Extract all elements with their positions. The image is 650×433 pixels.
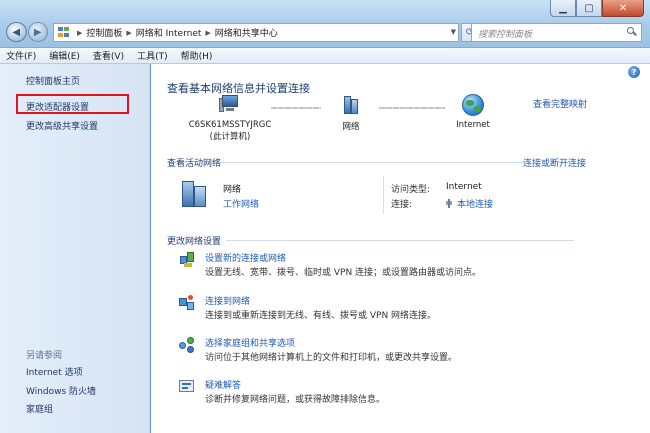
- sidebar-item-advanced-sharing[interactable]: 更改高级共享设置: [26, 119, 98, 132]
- search-icon[interactable]: [627, 27, 637, 37]
- back-arrow-icon: ◀: [12, 26, 21, 38]
- minimize-button[interactable]: ▁: [550, 0, 576, 17]
- connect-network-icon: [179, 295, 195, 311]
- setup-connection-icon: [179, 252, 195, 268]
- window-controls: ▁ ▢ ✕: [550, 0, 644, 18]
- back-button[interactable]: ◀: [6, 22, 27, 42]
- homegroup-sharing-link[interactable]: 选择家庭组和共享选项: [205, 336, 295, 349]
- menu-tools[interactable]: 工具(T): [137, 49, 168, 62]
- close-button[interactable]: ✕: [602, 0, 644, 17]
- setup-connection-link[interactable]: 设置新的连接或网络: [205, 251, 286, 264]
- active-network-icon: [180, 179, 210, 207]
- homegroup-sharing-desc: 访问位于其他网络计算机上的文件和打印机，或更改共享设置。: [205, 353, 458, 363]
- local-connection-link[interactable]: 本地连接: [446, 197, 493, 210]
- search-placeholder: 搜索控制面板: [478, 30, 533, 40]
- active-network-name: 网络: [223, 185, 242, 195]
- breadcrumb-separator-icon: ▶: [126, 28, 132, 37]
- breadcrumb-separator-icon: ▶: [205, 28, 211, 37]
- sidebar-item-control-panel-home[interactable]: 控制面板主页: [26, 74, 80, 87]
- active-networks-heading: 查看活动网络: [167, 159, 222, 169]
- left-nav-pane: 控制面板主页 更改适配器设置 更改高级共享设置 另请参阅 Internet 选项…: [0, 64, 150, 433]
- troubleshoot-link[interactable]: 疑难解答: [205, 378, 241, 391]
- connect-disconnect-link[interactable]: 连接或断开连接: [523, 156, 586, 169]
- globe-icon: [462, 94, 484, 116]
- map-connector: [271, 107, 321, 109]
- troubleshoot-desc: 诊断并修复网络问题，或获得故障排除信息。: [205, 395, 386, 405]
- see-full-map-link[interactable]: 查看完整映射: [533, 97, 587, 110]
- computer-sublabel: (此计算机): [209, 132, 251, 142]
- search-input[interactable]: 搜索控制面板: [471, 23, 642, 42]
- map-node-network[interactable]: 网络: [331, 94, 371, 132]
- access-type-value: Internet: [446, 182, 482, 192]
- breadcrumb-separator-icon: ▶: [77, 28, 83, 37]
- main-content: ? 查看基本网络信息并设置连接 查看完整映射 C6SK61MSSTYJRGC (…: [151, 64, 650, 433]
- connect-network-desc: 连接到或重新连接到无线、有线、拨号或 VPN 网络连接。: [205, 311, 437, 321]
- help-icon[interactable]: ?: [628, 66, 640, 78]
- forward-button[interactable]: ▶: [27, 22, 48, 42]
- setup-connection-desc: 设置无线、宽带、拨号、临时或 VPN 连接；或设置路由器或访问点。: [205, 268, 482, 278]
- sidebar-item-homegroup[interactable]: 家庭组: [26, 402, 53, 415]
- network-type-link[interactable]: 工作网络: [223, 197, 259, 210]
- map-connector: [379, 107, 445, 109]
- window-titlebar: ▁ ▢ ✕ ◀ ▶ ▶ 控制面板 ▶ 网络和 Internet ▶ 网络和共享中心 ▼…: [0, 0, 650, 48]
- access-type-label: 访问类型:: [391, 185, 431, 195]
- menu-file[interactable]: 文件(F): [6, 49, 36, 62]
- menu-view[interactable]: 查看(V): [93, 49, 124, 62]
- ethernet-plug-icon: [446, 199, 452, 208]
- network-icon: [340, 94, 362, 116]
- see-also-heading: 另请参阅: [26, 351, 63, 361]
- map-node-computer[interactable]: C6SK61MSSTYJRGC (此计算机): [182, 94, 278, 142]
- sidebar-item-windows-firewall[interactable]: Windows 防火墙: [26, 384, 96, 397]
- menu-edit[interactable]: 编辑(E): [49, 49, 80, 62]
- troubleshoot-icon: [179, 379, 195, 395]
- menu-bar: 文件(F) 编辑(E) 查看(V) 工具(T) 帮助(H): [0, 48, 650, 64]
- map-node-internet[interactable]: Internet: [448, 94, 498, 130]
- sidebar-item-change-adapter-settings[interactable]: 更改适配器设置: [26, 100, 89, 113]
- breadcrumb-network-internet[interactable]: 网络和 Internet: [136, 26, 202, 39]
- local-connection-label: 本地连接: [457, 200, 494, 210]
- vertical-divider: [383, 176, 384, 214]
- computer-icon: [219, 94, 241, 116]
- maximize-button[interactable]: ▢: [576, 0, 602, 17]
- section-divider: [219, 162, 524, 163]
- control-panel-icon: [58, 27, 70, 38]
- forward-arrow-icon: ▶: [33, 26, 42, 38]
- section-divider: [226, 240, 574, 241]
- breadcrumb-control-panel[interactable]: 控制面板: [86, 26, 122, 39]
- sidebar-item-internet-options[interactable]: Internet 选项: [26, 365, 83, 378]
- connections-label: 连接:: [391, 200, 413, 210]
- address-bar[interactable]: ▶ 控制面板 ▶ 网络和 Internet ▶ 网络和共享中心 ▼: [53, 23, 459, 42]
- nav-buttons: ◀ ▶: [6, 22, 48, 42]
- change-settings-heading: 更改网络设置: [167, 237, 222, 247]
- connect-network-link[interactable]: 连接到网络: [205, 294, 250, 307]
- address-dropdown-icon[interactable]: ▼: [451, 28, 456, 36]
- computer-name: C6SK61MSSTYJRGC: [188, 120, 272, 130]
- internet-label: Internet: [456, 120, 490, 130]
- menu-help[interactable]: 帮助(H): [181, 49, 213, 62]
- breadcrumb-network-sharing-center[interactable]: 网络和共享中心: [215, 26, 278, 39]
- network-label: 网络: [342, 122, 360, 132]
- homegroup-icon: [179, 337, 195, 353]
